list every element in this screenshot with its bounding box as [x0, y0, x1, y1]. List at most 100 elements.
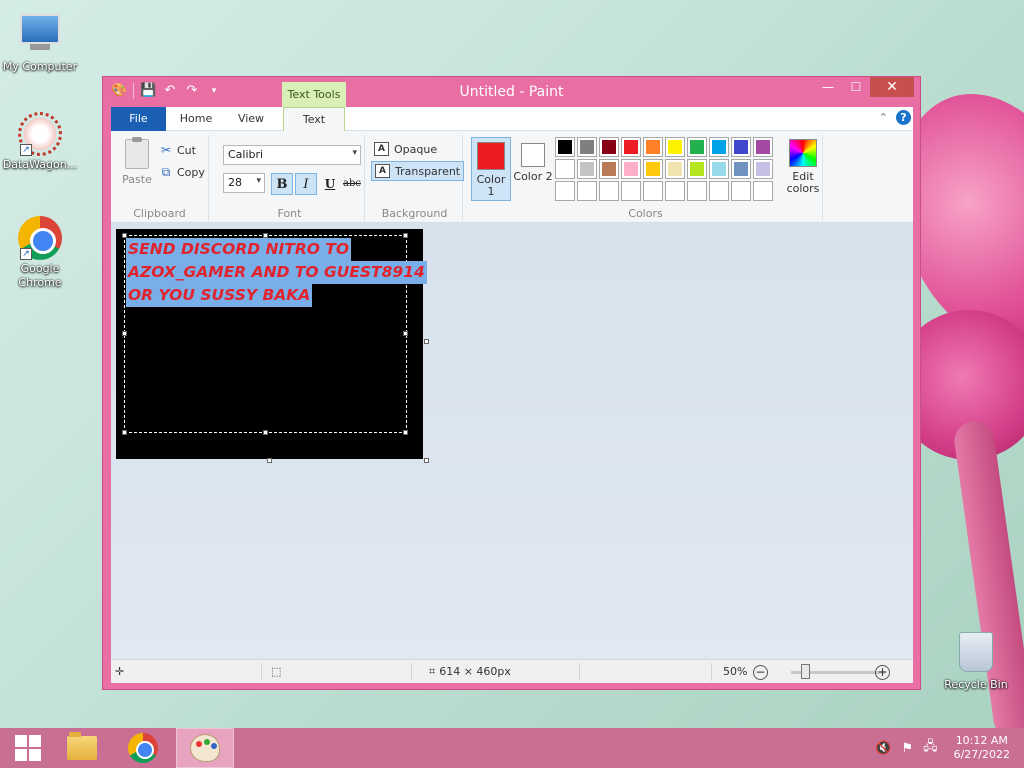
palette-color-swatch[interactable]	[643, 181, 663, 201]
palette-color-swatch[interactable]	[709, 137, 729, 157]
palette-color-swatch[interactable]	[621, 181, 641, 201]
palette-color-swatch[interactable]	[621, 137, 641, 157]
clock[interactable]: 10:12 AM 6/27/2022	[954, 734, 1010, 762]
clipboard-group: Paste ✂ Cut ⧉ Copy Clipboard	[111, 135, 209, 221]
canvas-area[interactable]: SEND DISCORD NITRO TO AZOX_GAMER AND TO …	[111, 223, 913, 659]
canvas-resize-handle[interactable]	[424, 339, 429, 344]
opaque-button[interactable]: A Opaque	[371, 139, 440, 159]
palette-color-swatch[interactable]	[599, 159, 619, 179]
palette-color-swatch[interactable]	[731, 181, 751, 201]
palette-color-swatch[interactable]	[687, 181, 707, 201]
palette-color-swatch[interactable]	[643, 159, 663, 179]
paint-window: 🎨 💾 ↶ ↷ ▾ Text Tools Untitled - Paint — …	[102, 76, 921, 690]
system-tray: 🔇 ⚑ 🖧 10:12 AM 6/27/2022	[875, 728, 1010, 768]
canvas-text-line[interactable]: OR YOU SUSSY BAKA	[126, 284, 313, 307]
palette-color-swatch[interactable]	[555, 181, 575, 201]
palette-color-swatch[interactable]	[731, 137, 751, 157]
color-palette	[555, 137, 773, 201]
palette-color-swatch[interactable]	[621, 159, 641, 179]
palette-color-swatch[interactable]	[577, 181, 597, 201]
desktop-icon-recycle-bin[interactable]: Recycle Bin	[936, 632, 1016, 692]
window-title: Untitled - Paint	[459, 84, 564, 100]
transparent-button[interactable]: A Transparent	[371, 161, 465, 181]
canvas-text-line[interactable]: AZOX_GAMER AND TO GUEST8914	[126, 261, 427, 284]
edit-colors-button[interactable]: Edit colors	[781, 137, 825, 195]
zoom-in-icon: +	[875, 664, 890, 680]
palette-color-swatch[interactable]	[753, 159, 773, 179]
palette-color-swatch[interactable]	[753, 137, 773, 157]
canvas-resize-handle[interactable]	[424, 458, 429, 463]
palette-color-swatch[interactable]	[753, 181, 773, 201]
palette-color-swatch[interactable]	[665, 137, 685, 157]
help-icon[interactable]: ?	[896, 110, 911, 125]
drawing-canvas[interactable]: SEND DISCORD NITRO TO AZOX_GAMER AND TO …	[116, 229, 427, 459]
palette-color-swatch[interactable]	[731, 159, 751, 179]
action-center-flag-icon[interactable]: ⚑	[901, 741, 913, 756]
cut-button[interactable]: ✂ Cut	[159, 141, 196, 159]
tab-file[interactable]: File	[111, 107, 166, 131]
palette-color-swatch[interactable]	[555, 159, 575, 179]
tab-text[interactable]: Text	[283, 107, 345, 132]
resize-handle[interactable]	[122, 430, 127, 435]
desktop-icon-google-chrome[interactable]: ↗ Google Chrome	[0, 216, 80, 290]
group-label: Background	[381, 207, 448, 220]
resize-handle[interactable]	[122, 331, 127, 336]
desktop-icon-my-computer[interactable]: My Computer	[0, 10, 80, 74]
canvas-text-line[interactable]: SEND DISCORD NITRO TO	[126, 238, 352, 261]
color1-button[interactable]: Color 1	[471, 137, 511, 201]
color2-button[interactable]: Color 2	[513, 137, 553, 201]
computer-icon	[18, 14, 62, 58]
italic-button[interactable]: I	[295, 173, 317, 195]
colors-group: Color 1 Color 2 Edit colors Colors	[469, 135, 823, 221]
underline-button[interactable]: U	[319, 173, 341, 195]
chrome-icon: ↗	[18, 216, 62, 260]
palette-color-swatch[interactable]	[665, 181, 685, 201]
palette-color-swatch[interactable]	[709, 181, 729, 201]
desktop-icon-datawagon[interactable]: ↗ DataWagon...	[0, 112, 80, 172]
start-button[interactable]	[0, 728, 56, 768]
resize-handle[interactable]	[403, 233, 408, 238]
palette-color-swatch[interactable]	[643, 137, 663, 157]
tab-home[interactable]: Home	[171, 107, 221, 131]
resize-handle[interactable]	[122, 233, 127, 238]
close-button[interactable]: ✕	[870, 77, 914, 97]
taskbar-paint[interactable]	[176, 728, 234, 768]
volume-muted-icon[interactable]: 🔇	[875, 741, 891, 756]
ribbon-tabs: File Home View Text ⌃ ?	[111, 107, 913, 132]
maximize-button[interactable]: ☐	[842, 77, 870, 97]
zoom-slider-thumb[interactable]	[801, 664, 810, 679]
paste-button[interactable]: Paste	[119, 137, 155, 186]
minimize-ribbon-icon[interactable]: ⌃	[879, 111, 888, 124]
taskbar-file-explorer[interactable]	[54, 728, 110, 768]
minimize-button[interactable]: —	[814, 77, 842, 97]
palette-color-swatch[interactable]	[577, 159, 597, 179]
background-group: A Opaque A Transparent Background	[367, 135, 465, 221]
strikethrough-button[interactable]: abc	[341, 173, 363, 195]
font-family-select[interactable]: Calibri ▾	[223, 145, 361, 165]
palette-color-swatch[interactable]	[599, 137, 619, 157]
palette-color-swatch[interactable]	[599, 181, 619, 201]
palette-color-swatch[interactable]	[555, 137, 575, 157]
selection-size-icon: ⬚	[271, 665, 282, 678]
resize-handle[interactable]	[263, 430, 268, 435]
group-label: Colors	[628, 207, 663, 220]
tab-view[interactable]: View	[227, 107, 275, 131]
taskbar-chrome[interactable]	[115, 728, 171, 768]
resize-handle[interactable]	[263, 233, 268, 238]
title-bar[interactable]: 🎨 💾 ↶ ↷ ▾ Text Tools Untitled - Paint — …	[103, 77, 920, 107]
resize-handle[interactable]	[403, 430, 408, 435]
resize-handle[interactable]	[403, 331, 408, 336]
palette-color-swatch[interactable]	[709, 159, 729, 179]
desktop-icon-label: Recycle Bin	[944, 678, 1008, 691]
font-size-select[interactable]: 28 ▾	[223, 173, 265, 193]
bold-button[interactable]: B	[271, 173, 293, 195]
palette-color-swatch[interactable]	[687, 159, 707, 179]
palette-color-swatch[interactable]	[577, 137, 597, 157]
zoom-in-button[interactable]: +	[875, 664, 890, 680]
zoom-out-button[interactable]: −	[753, 664, 768, 680]
network-icon[interactable]: 🖧	[923, 737, 938, 759]
palette-color-swatch[interactable]	[687, 137, 707, 157]
palette-color-swatch[interactable]	[665, 159, 685, 179]
canvas-resize-handle[interactable]	[267, 458, 272, 463]
copy-button[interactable]: ⧉ Copy	[159, 163, 205, 181]
